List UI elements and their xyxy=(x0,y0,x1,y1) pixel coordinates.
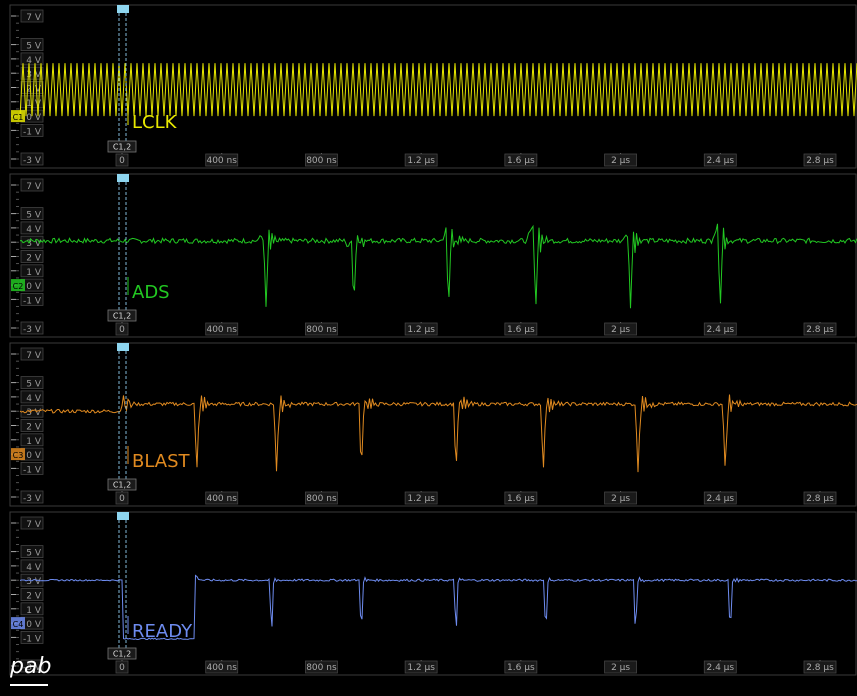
channel-marker-label: C3 xyxy=(13,451,24,460)
x-tick-label: 2 µs xyxy=(611,325,630,335)
y-tick-label: 5 V xyxy=(26,549,42,559)
channel-marker-label: C2 xyxy=(13,282,24,291)
x-tick-label: 400 ns xyxy=(206,663,237,673)
y-tick-label: 1 V xyxy=(26,268,42,278)
channel-marker-label: C4 xyxy=(13,620,24,629)
panel-lclk: 7 V5 V4 V3 V2 V1 V0 V-1 V-3 V 0 400 ns 800 … xyxy=(9,4,857,169)
y-tick-label: 7 V xyxy=(26,13,42,23)
x-tick-label: 2.8 µs xyxy=(806,663,834,673)
y-tick-label: 0 V xyxy=(26,113,42,123)
y-tick-label: 0 V xyxy=(26,620,42,630)
y-tick-label: -1 V xyxy=(23,465,42,475)
x-tick-label: 800 ns xyxy=(306,663,337,673)
y-tick-label: 5 V xyxy=(26,211,42,221)
channel-marker-label: C1 xyxy=(13,113,24,122)
channel-name-label: BLAST xyxy=(132,451,191,472)
y-tick-label: -1 V xyxy=(23,634,42,644)
x-tick-label: 1.2 µs xyxy=(407,156,435,166)
y-tick-label: 1 V xyxy=(26,606,42,616)
x-tick-label: 1.2 µs xyxy=(407,494,435,504)
y-tick-label: 2 V xyxy=(26,254,42,264)
x-tick-label: 2 µs xyxy=(611,156,630,166)
y-tick-label: 4 V xyxy=(26,394,42,404)
panel-ready: 7 V5 V4 V3 V2 V1 V0 V-1 V-3 V 0 400 ns 800 … xyxy=(9,511,857,676)
channel-name-label: ADS xyxy=(132,282,170,303)
x-tick-label: 2.4 µs xyxy=(706,325,734,335)
x-tick-label: 0 xyxy=(119,494,125,504)
panel-frame xyxy=(9,173,857,338)
panel-frame xyxy=(9,4,857,169)
logo-underline xyxy=(10,684,48,686)
panel-blast: 7 V5 V4 V3 V2 V1 V0 V-1 V-3 V 0 400 ns 800 … xyxy=(9,342,857,507)
y-tick-label: 1 V xyxy=(26,437,42,447)
x-tick-label: 0 xyxy=(119,156,125,166)
x-tick-label: 2.8 µs xyxy=(806,494,834,504)
trigger-marker xyxy=(117,5,129,13)
panel-ads: 7 V 5 V 4 V 3 V 2 V 1 V 0 V -1 V -3 V 0 400 ns 800 … xyxy=(9,173,857,338)
y-tick-label: -1 V xyxy=(23,127,42,137)
x-tick-label: 400 ns xyxy=(206,494,237,504)
cursor-label: C1,2 xyxy=(113,143,131,152)
x-tick-label: 0 xyxy=(119,663,125,673)
y-tick-label: 2 V xyxy=(26,423,42,433)
x-tick-label: 400 ns xyxy=(206,156,237,166)
y-tick-label: 7 V xyxy=(26,182,42,192)
cursor-label: C1,2 xyxy=(113,312,131,321)
x-tick-label: 400 ns xyxy=(206,325,237,335)
y-tick-label: 0 V xyxy=(26,282,42,292)
panel-frame xyxy=(9,342,857,507)
x-tick-label: 2.8 µs xyxy=(806,156,834,166)
y-tick-label: 4 V xyxy=(26,225,42,235)
x-tick-label: 2.8 µs xyxy=(806,325,834,335)
channel-name-label: LCLK xyxy=(132,112,178,133)
x-tick-label: 800 ns xyxy=(306,325,337,335)
x-tick-label: 2.4 µs xyxy=(706,494,734,504)
x-tick-label: 1.6 µs xyxy=(507,663,535,673)
y-tick-label: -3 V xyxy=(23,494,42,504)
x-tick-label: 800 ns xyxy=(306,156,337,166)
cursor-label: C1,2 xyxy=(113,650,131,659)
y-tick-label: 5 V xyxy=(26,380,42,390)
oscilloscope-display: 7 V 5 V 4 V 3 V 2 V 1 V 0 V -1 V -3 V 0 400 ns 800 … xyxy=(9,4,857,676)
y-tick-label: -1 V xyxy=(23,296,42,306)
y-tick-label: -3 V xyxy=(23,325,42,335)
x-tick-label: 1.6 µs xyxy=(507,494,535,504)
y-tick-label: 5 V xyxy=(26,42,42,52)
y-tick-label: 4 V xyxy=(26,563,42,573)
y-tick-label: -3 V xyxy=(23,156,42,166)
x-tick-label: 1.2 µs xyxy=(407,325,435,335)
x-tick-label: 2 µs xyxy=(611,494,630,504)
x-tick-label: 1.2 µs xyxy=(407,663,435,673)
x-tick-label: 1.6 µs xyxy=(507,156,535,166)
y-tick-label: 3 V xyxy=(26,577,42,587)
y-tick-label: 0 V xyxy=(26,451,42,461)
trigger-marker xyxy=(117,512,129,520)
x-tick-label: 1.6 µs xyxy=(507,325,535,335)
x-tick-label: 2.4 µs xyxy=(706,663,734,673)
panel-frame xyxy=(9,511,857,676)
logo-text: pab xyxy=(10,654,52,679)
cursor-label: C1,2 xyxy=(113,481,131,490)
trigger-marker xyxy=(117,343,129,351)
trigger-marker xyxy=(117,174,129,182)
y-tick-label: 1 V xyxy=(26,99,42,109)
x-tick-label: 2.4 µs xyxy=(706,156,734,166)
x-tick-label: 2 µs xyxy=(611,663,630,673)
brand-logo: pab xyxy=(10,654,52,690)
channel-name-label: READY xyxy=(132,621,193,642)
y-tick-label: 2 V xyxy=(26,592,42,602)
x-tick-label: 0 xyxy=(119,325,125,335)
x-tick-label: 800 ns xyxy=(306,494,337,504)
y-tick-label: 7 V xyxy=(26,520,42,530)
y-tick-label: 7 V xyxy=(26,351,42,361)
y-tick-label: 3 V xyxy=(26,239,42,249)
